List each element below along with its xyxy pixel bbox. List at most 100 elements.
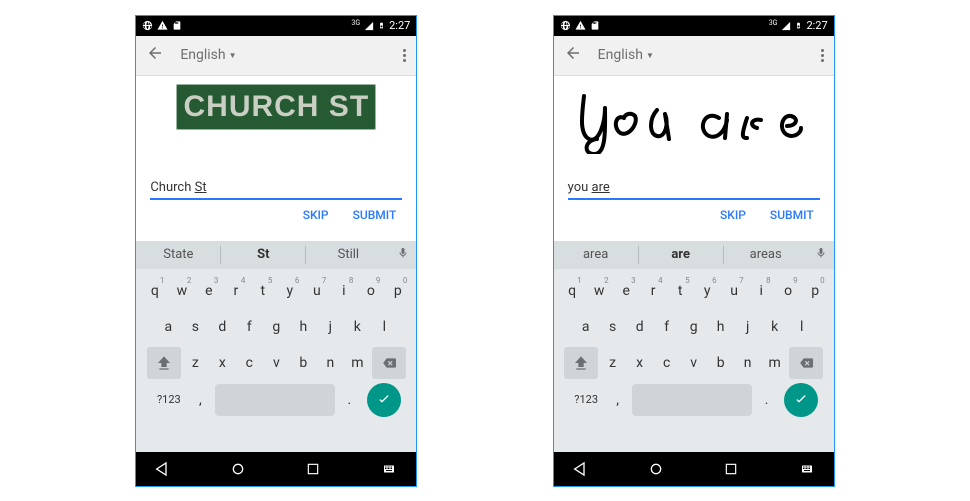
- key-p[interactable]: 0p: [803, 275, 828, 307]
- key-t[interactable]: 5t: [250, 275, 275, 307]
- key-c[interactable]: c: [237, 347, 262, 379]
- key-s[interactable]: s: [600, 311, 625, 343]
- key-l[interactable]: l: [789, 311, 814, 343]
- key-e[interactable]: 3e: [614, 275, 639, 307]
- shift-key[interactable]: [564, 347, 598, 379]
- comma-key[interactable]: ,: [605, 384, 630, 416]
- nav-keyboard-icon[interactable]: [798, 463, 816, 475]
- backspace-key[interactable]: [372, 347, 406, 379]
- enter-key[interactable]: [367, 383, 401, 417]
- space-key[interactable]: [632, 384, 752, 416]
- space-key[interactable]: [215, 384, 335, 416]
- suggestion-left[interactable]: State: [136, 247, 220, 262]
- key-x[interactable]: x: [627, 347, 652, 379]
- nav-recent-icon[interactable]: [724, 462, 738, 476]
- key-k[interactable]: k: [762, 311, 787, 343]
- submit-button[interactable]: SUBMIT: [770, 208, 814, 222]
- key-u[interactable]: 7u: [722, 275, 747, 307]
- key-q[interactable]: 1q: [142, 275, 167, 307]
- key-f[interactable]: f: [654, 311, 679, 343]
- backspace-key[interactable]: [789, 347, 823, 379]
- key-v[interactable]: v: [681, 347, 706, 379]
- nav-back-icon[interactable]: [572, 461, 588, 477]
- comma-key[interactable]: ,: [188, 384, 213, 416]
- symbols-key[interactable]: ?123: [152, 384, 186, 416]
- key-v[interactable]: v: [264, 347, 289, 379]
- mic-button[interactable]: [390, 245, 416, 265]
- overflow-menu-button[interactable]: [403, 49, 406, 62]
- key-a[interactable]: a: [573, 311, 598, 343]
- language-dropdown[interactable]: English ▼: [180, 47, 236, 63]
- key-h[interactable]: h: [708, 311, 733, 343]
- suggestion-center[interactable]: St: [221, 247, 305, 262]
- key-t[interactable]: 5t: [668, 275, 693, 307]
- key-n[interactable]: n: [735, 347, 760, 379]
- period-key[interactable]: .: [754, 384, 779, 416]
- key-n[interactable]: n: [318, 347, 343, 379]
- text-input[interactable]: you are: [568, 180, 820, 200]
- key-w[interactable]: 2w: [169, 275, 194, 307]
- action-row: SKIP SUBMIT: [136, 200, 416, 228]
- period-key[interactable]: .: [337, 384, 362, 416]
- submit-button[interactable]: SUBMIT: [353, 208, 397, 222]
- skip-button[interactable]: SKIP: [303, 208, 329, 222]
- key-j[interactable]: j: [735, 311, 760, 343]
- key-d[interactable]: d: [210, 311, 235, 343]
- symbols-key[interactable]: ?123: [569, 384, 603, 416]
- nav-home-icon[interactable]: [230, 461, 246, 477]
- key-r[interactable]: 4r: [223, 275, 248, 307]
- key-g[interactable]: g: [264, 311, 289, 343]
- skip-button[interactable]: SKIP: [720, 208, 746, 222]
- suggestion-left[interactable]: area: [554, 247, 638, 262]
- nav-keyboard-icon[interactable]: [380, 463, 398, 475]
- shift-key[interactable]: [147, 347, 181, 379]
- key-y[interactable]: 6y: [277, 275, 302, 307]
- suggestion-right[interactable]: areas: [724, 247, 808, 262]
- text-input[interactable]: Church St: [150, 180, 402, 200]
- task-content: you are SKIP SUBMIT: [554, 76, 834, 241]
- mic-button[interactable]: [808, 245, 834, 265]
- language-dropdown[interactable]: English ▼: [598, 47, 654, 63]
- key-o[interactable]: 9o: [358, 275, 383, 307]
- key-a[interactable]: a: [156, 311, 181, 343]
- key-y[interactable]: 6y: [695, 275, 720, 307]
- key-p[interactable]: 0p: [385, 275, 410, 307]
- key-m[interactable]: m: [762, 347, 787, 379]
- key-u[interactable]: 7u: [304, 275, 329, 307]
- back-button[interactable]: [146, 44, 164, 66]
- nav-recent-icon[interactable]: [306, 462, 320, 476]
- key-m[interactable]: m: [345, 347, 370, 379]
- key-d[interactable]: d: [627, 311, 652, 343]
- key-b[interactable]: b: [708, 347, 733, 379]
- key-i[interactable]: 8i: [749, 275, 774, 307]
- suggestion-center[interactable]: are: [639, 247, 723, 262]
- handwriting-image: [569, 84, 819, 154]
- key-k[interactable]: k: [345, 311, 370, 343]
- key-l[interactable]: l: [372, 311, 397, 343]
- key-z[interactable]: z: [600, 347, 625, 379]
- key-b[interactable]: b: [291, 347, 316, 379]
- key-f[interactable]: f: [237, 311, 262, 343]
- key-z[interactable]: z: [183, 347, 208, 379]
- caret-down-icon: ▼: [229, 51, 237, 60]
- nav-bar: [554, 452, 834, 486]
- input-word-2: are: [592, 180, 610, 195]
- key-x[interactable]: x: [210, 347, 235, 379]
- key-i[interactable]: 8i: [331, 275, 356, 307]
- enter-key[interactable]: [784, 383, 818, 417]
- key-s[interactable]: s: [183, 311, 208, 343]
- key-c[interactable]: c: [654, 347, 679, 379]
- key-w[interactable]: 2w: [587, 275, 612, 307]
- key-h[interactable]: h: [291, 311, 316, 343]
- back-button[interactable]: [564, 44, 582, 66]
- key-j[interactable]: j: [318, 311, 343, 343]
- suggestion-right[interactable]: Still: [306, 247, 390, 262]
- key-q[interactable]: 1q: [560, 275, 585, 307]
- key-e[interactable]: 3e: [196, 275, 221, 307]
- key-g[interactable]: g: [681, 311, 706, 343]
- nav-home-icon[interactable]: [648, 461, 664, 477]
- key-r[interactable]: 4r: [641, 275, 666, 307]
- overflow-menu-button[interactable]: [821, 49, 824, 62]
- key-o[interactable]: 9o: [776, 275, 801, 307]
- nav-back-icon[interactable]: [154, 461, 170, 477]
